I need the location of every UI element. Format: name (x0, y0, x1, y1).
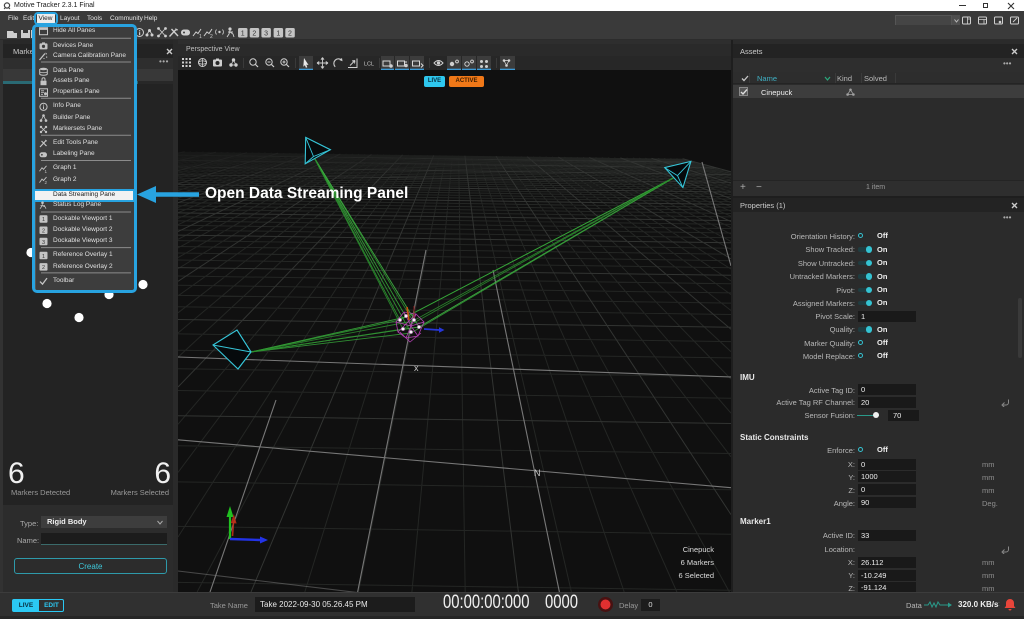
svg-text:Open Data Streaming Panel: Open Data Streaming Panel (205, 185, 408, 202)
svg-text:1: 1 (276, 30, 280, 37)
svg-text:6 Selected: 6 Selected (679, 571, 714, 580)
svg-text:x: x (414, 363, 419, 373)
svg-text:1: 1 (241, 30, 245, 37)
svg-text:6 Markers: 6 Markers (681, 558, 715, 567)
svg-text:N: N (534, 468, 541, 478)
svg-text:Cinepuck: Cinepuck (683, 545, 715, 554)
svg-text:LCL: LCL (364, 62, 374, 68)
svg-text:2: 2 (210, 34, 213, 39)
svg-text:2: 2 (252, 30, 256, 37)
svg-text:3: 3 (264, 30, 268, 37)
svg-text:2: 2 (288, 30, 292, 37)
svg-text:1: 1 (199, 34, 202, 39)
